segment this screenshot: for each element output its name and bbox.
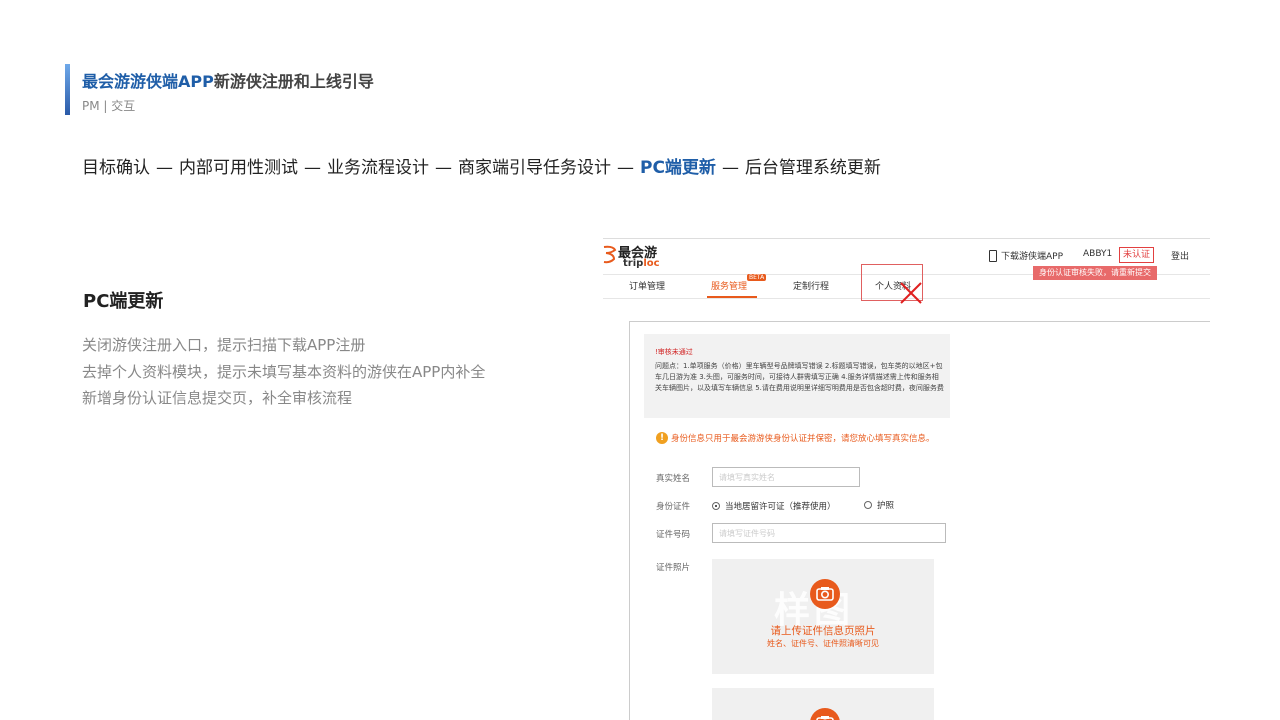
flow-separator: — <box>721 158 739 178</box>
beta-badge: BETA <box>747 274 767 281</box>
radio-passport-label: 护照 <box>877 501 895 511</box>
nav-tab-orders[interactable]: 订单管理 <box>629 279 665 292</box>
section-title: PC端更新 <box>83 291 164 312</box>
title-accent-bar <box>65 64 70 115</box>
radio-passport[interactable] <box>864 501 872 509</box>
notice-title: !审核未通过 <box>655 348 693 356</box>
brand-name-en: triploc <box>623 258 660 269</box>
nav-tab-custom-trip[interactable]: 定制行程 <box>793 279 829 292</box>
label-id-number: 证件号码 <box>656 530 691 540</box>
page-title-rest: 新游侠注册和上线引导 <box>213 72 374 91</box>
brand-logo-icon <box>603 245 617 264</box>
radio-residence-permit-label: 当地居留许可证（推荐使用） <box>725 502 836 512</box>
label-id-photo: 证件照片 <box>656 563 691 573</box>
brand-en-part: trip <box>623 258 644 269</box>
camera-icon <box>810 708 840 720</box>
page-subtitle: PM | 交互 <box>82 99 136 113</box>
logout-link[interactable]: 登出 <box>1171 249 1189 262</box>
active-tab-underline <box>707 296 757 298</box>
unverified-badge[interactable]: 未认证 <box>1119 247 1154 263</box>
phone-icon <box>989 250 997 262</box>
page-title: 最会游游侠端APP新游侠注册和上线引导 <box>82 68 374 92</box>
flow-step-1: 目标确认 <box>82 158 150 178</box>
real-name-input[interactable]: 请填写真实姓名 <box>712 467 860 487</box>
flow-step-6: 后台管理系统更新 <box>744 158 881 178</box>
pc-screenshot-mock: 最会游 triploc 下载游侠端APP ABBY1 未认证 登出 身份认证审核… <box>603 238 1210 720</box>
flow-separator: — <box>435 158 452 178</box>
label-id-type: 身份证件 <box>656 502 691 512</box>
warning-icon: ! <box>656 432 668 444</box>
flow-step-3: 业务流程设计 <box>327 158 429 178</box>
flow-step-2: 内部可用性测试 <box>179 158 298 178</box>
notice-body: 问题点：1.单项服务（价格）里车辆型号品牌填写错误 2.标题填写错误，包车类的以… <box>655 362 944 392</box>
flow-separator: — <box>156 158 173 178</box>
username[interactable]: ABBY1 <box>1083 249 1112 259</box>
label-real-name: 真实姓名 <box>656 474 691 484</box>
description-line: 去掉个人资料模块，提示未填写基本资料的游侠在APP内补全 <box>82 362 486 381</box>
description-line: 新增身份认证信息提交页，补全审核流程 <box>82 389 353 407</box>
photo-upload-box-2[interactable] <box>712 688 934 720</box>
flow-step-4: 商家端引导任务设计 <box>458 158 611 178</box>
flow-step-5-active: PC端更新 <box>640 158 716 178</box>
flow-separator: — <box>617 158 634 178</box>
radio-residence-permit[interactable] <box>712 502 720 510</box>
download-app-link[interactable]: 下载游侠端APP <box>1001 249 1063 262</box>
photo-upload-box[interactable]: 样图 请上传证件信息页照片 姓名、证件号、证件照清晰可见 <box>712 559 934 674</box>
id-number-input[interactable]: 请填写证件号码 <box>712 523 946 543</box>
section-description: 关闭游侠注册入口，提示扫描下载APP注册 去掉个人资料模块，提示未填写基本资料的… <box>82 332 485 412</box>
upload-title: 请上传证件信息页照片 <box>770 625 876 637</box>
process-flow: 目标确认 — 内部可用性测试 — 业务流程设计 — 商家端引导任务设计 — PC端更新 — 后台管理… <box>82 153 881 178</box>
upload-subtitle: 姓名、证件号、证件照清晰可见 <box>767 639 879 648</box>
nav-tab-services[interactable]: 服务管理 <box>711 279 747 292</box>
review-failed-notice: !审核未通过 问题点：1.单项服务（价格）里车辆型号品牌填写错误 2.标题填写错… <box>644 334 950 418</box>
page-title-highlight: 最会游游侠端APP <box>82 72 214 91</box>
removed-cross-icon <box>900 282 922 304</box>
privacy-warning-text: 身份信息只用于最会游游侠身份认证并保密，请您放心填写真实信息。 <box>671 434 935 444</box>
camera-icon <box>810 579 840 609</box>
description-line: 关闭游侠注册入口，提示扫描下载APP注册 <box>82 336 366 354</box>
brand-en-part: loc <box>643 258 660 269</box>
verification-form-panel: !审核未通过 问题点：1.单项服务（价格）里车辆型号品牌填写错误 2.标题填写错… <box>629 321 1210 720</box>
flow-separator: — <box>304 158 321 178</box>
